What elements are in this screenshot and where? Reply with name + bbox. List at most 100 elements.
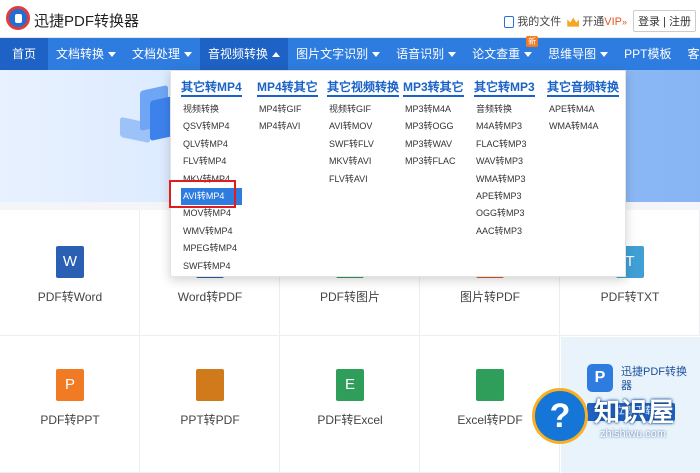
caret-up-icon: [272, 52, 281, 58]
dropdown-menu-item[interactable]: FLAC转MP3: [474, 136, 535, 153]
caret-down-icon: [600, 52, 609, 58]
tool-label: PPT转PDF: [180, 413, 240, 427]
dropdown-menu-item[interactable]: M4A转MP3: [474, 118, 535, 135]
dropdown-menu-item[interactable]: WMA转M4A: [547, 118, 619, 135]
dropdown-menu-item[interactable]: MOV转MP4: [181, 205, 242, 222]
dropdown-column-title: 其它转MP3: [474, 79, 535, 97]
nav-item-ocr[interactable]: 图片文字识别: [288, 38, 388, 70]
tool-label: 图片转PDF: [459, 290, 520, 304]
dropdown-menu-item[interactable]: WAV转MP3: [474, 153, 535, 170]
nav-item-label: 文档转换: [56, 47, 105, 61]
tool-card[interactable]: W PDF转Word: [0, 210, 140, 336]
dropdown-menu-item[interactable]: OGG转MP3: [474, 205, 535, 222]
nav-item-label: 语音识别: [396, 47, 445, 61]
vip-highlight: VIP: [604, 16, 622, 28]
tool-label: PDF转Word: [37, 290, 103, 304]
dropdown-menu-item[interactable]: MP4转GIF: [257, 101, 318, 118]
dropdown-menu-item[interactable]: MPEG转MP4: [181, 240, 242, 257]
dropdown-menu-item[interactable]: WMA转MP3: [474, 171, 535, 188]
dropdown-menu-item[interactable]: MP4转AVI: [257, 118, 318, 135]
tool-label: PDF转TXT: [600, 290, 660, 304]
watermark: ? 知识屋 zhishiwu.com: [520, 380, 700, 473]
dropdown-column-title: 其它视频转换: [327, 79, 400, 97]
dropdown-column: MP3转其它 MP3转M4A MP3转OGG MP3转WAV MP3转FLAC: [403, 79, 464, 171]
login-button[interactable]: 登录: [638, 16, 660, 28]
caret-down-icon: [372, 52, 381, 58]
dropdown-menu-item[interactable]: AVI转MP4: [181, 187, 242, 206]
nav-item-mindmap[interactable]: 思维导图: [540, 38, 616, 70]
nav-item-label: 首页: [12, 47, 37, 61]
dropdown-menu-item[interactable]: MP3转OGG: [403, 118, 464, 135]
nav-item-av-convert[interactable]: 音视频转换: [200, 38, 289, 70]
crown-icon: [567, 17, 580, 27]
watermark-url: zhishiwu.com: [600, 428, 667, 440]
dropdown-menu-item[interactable]: QLV转MP4: [181, 136, 242, 153]
nav-item-label: 思维导图: [548, 47, 597, 61]
my-files-link[interactable]: 我的文件: [504, 13, 561, 29]
nav-item-label: 文档处理: [132, 47, 181, 61]
nav-item-label: 音视频转换: [208, 47, 269, 61]
dropdown-menu-item[interactable]: MKV转MP4: [181, 171, 242, 188]
dropdown-menu-item[interactable]: APE转MP3: [474, 188, 535, 205]
dropdown-column: 其它视频转换 视频转GIF AVI转MOV SWF转FLV MKV转AVI FLV转AV…: [327, 79, 400, 188]
dropdown-menu-item[interactable]: APE转M4A: [547, 101, 619, 118]
vip-mark: »: [622, 17, 628, 27]
dropdown-column: 其它转MP3 音频转换 M4A转MP3 FLAC转MP3 WAV转MP3 WMA转MP3…: [474, 79, 535, 240]
dropdown-menu-item[interactable]: 音频转换: [474, 101, 535, 118]
dropdown-menu-item[interactable]: 视频转GIF: [327, 101, 399, 118]
dropdown-menu-item[interactable]: 视频转换: [181, 101, 242, 118]
nav-item-home[interactable]: 首页: [0, 38, 49, 70]
dropdown-menu-item[interactable]: FLV转MP4: [181, 153, 242, 170]
dropdown-menu-item[interactable]: MP3转WAV: [403, 136, 464, 153]
vip-link[interactable]: 开通VIP»: [567, 13, 627, 29]
tool-card[interactable]: PPT转PDF: [140, 336, 280, 473]
tool-label: PDF转Excel: [317, 413, 383, 427]
av-convert-dropdown: 其它转MP4 视频转换 QSV转MP4 QLV转MP4 FLV转MP4 MKV转MP4 A…: [170, 70, 626, 277]
pdf-icon: [476, 369, 504, 401]
nav-item-label: 客户端: [687, 47, 700, 61]
top-right-links: 我的文件 开通VIP» 登录 | 注册: [504, 10, 696, 32]
nav-item-doc-convert[interactable]: 文档转换: [48, 38, 124, 70]
caret-down-icon: [184, 52, 193, 58]
top-bar: 迅捷PDF转换器 我的文件 开通VIP» 登录 | 注册: [0, 0, 700, 38]
auth-buttons: 登录 | 注册: [633, 10, 696, 32]
dropdown-column-title: MP3转其它: [403, 79, 464, 97]
dropdown-menu-item[interactable]: SWF转FLV: [327, 136, 399, 153]
dropdown-column-title: MP4转其它: [257, 79, 318, 97]
dropdown-column-title: 其它转MP4: [181, 79, 242, 97]
dropdown-menu-item[interactable]: MP3转M4A: [403, 101, 464, 118]
dropdown-menu-item[interactable]: FLV转AVI: [327, 171, 399, 188]
dropdown-menu-item[interactable]: WMV转MP4: [181, 223, 242, 240]
dropdown-menu-item[interactable]: QSV转MP4: [181, 118, 242, 135]
nav-item-doc-process[interactable]: 文档处理: [124, 38, 200, 70]
brand-title[interactable]: 迅捷PDF转换器: [34, 10, 139, 31]
caret-down-icon: [108, 52, 117, 58]
nav-item-client[interactable]: 客户端: [679, 38, 700, 70]
word-icon: W: [56, 246, 84, 278]
register-button[interactable]: 注册: [669, 16, 691, 28]
tool-card[interactable]: P PDF转PPT: [0, 336, 140, 473]
nav-item-plagiarism[interactable]: 论文查重新: [464, 36, 540, 70]
tool-label: PDF转PPT: [40, 413, 100, 427]
dropdown-menu-item[interactable]: MKV转AVI: [327, 153, 399, 170]
dropdown-column: 其它转MP4 视频转换 QSV转MP4 QLV转MP4 FLV转MP4 MKV转MP4 A…: [181, 79, 242, 275]
dropdown-column: MP4转其它 MP4转GIF MP4转AVI: [257, 79, 318, 136]
dropdown-menu-item[interactable]: AAC转MP3: [474, 223, 535, 240]
file-icon: [504, 16, 515, 29]
nav-item-label: PPT模板: [624, 47, 672, 61]
pdf-icon: [196, 369, 224, 401]
dropdown-menu-item[interactable]: AVI转MOV: [327, 118, 399, 135]
tool-label: PDF转图片: [319, 290, 380, 304]
tool-card[interactable]: E PDF转Excel: [280, 336, 420, 473]
nav-item-speech[interactable]: 语音识别: [388, 38, 464, 70]
dropdown-menu-item[interactable]: MP3转FLAC: [403, 153, 464, 170]
my-files-label: 我的文件: [517, 16, 562, 28]
nav-item-label: 论文查重: [472, 47, 521, 61]
nav-item-ppt-template[interactable]: PPT模板: [616, 38, 679, 70]
main-nav: 首页 文档转换 文档处理 音视频转换 图片文字识别 语音识别 论文查重新 思维导…: [0, 36, 700, 70]
app-logo-icon[interactable]: [6, 6, 30, 30]
dropdown-column-title: 其它音频转换: [547, 79, 620, 97]
dropdown-menu-item[interactable]: SWF转MP4: [181, 258, 242, 275]
new-badge: 新: [526, 36, 539, 47]
watermark-logo-icon: ?: [532, 388, 588, 444]
